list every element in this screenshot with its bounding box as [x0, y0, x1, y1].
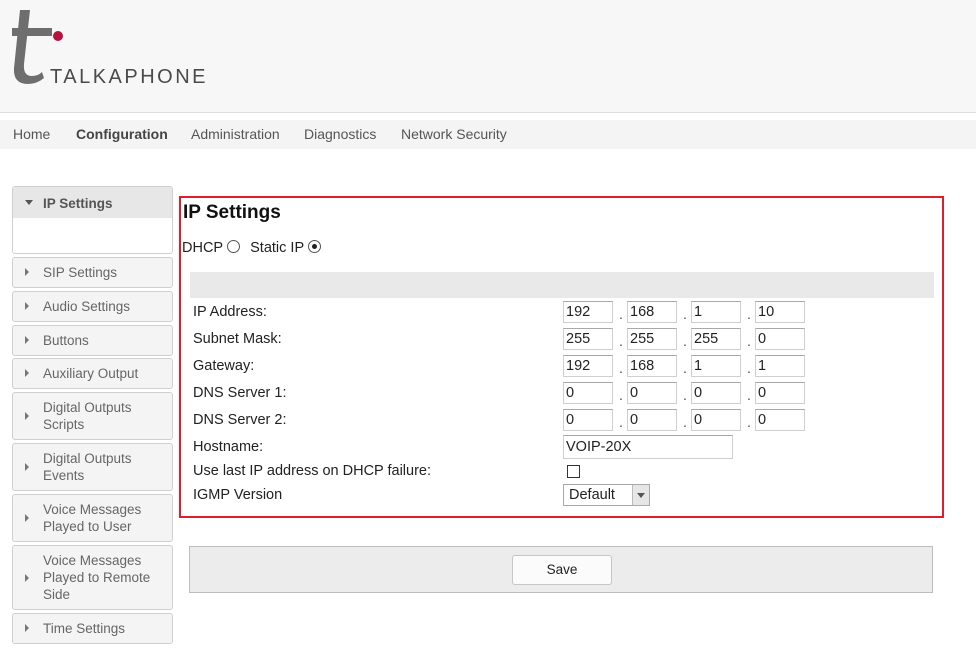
ip-address-octet-4[interactable]: 10 [755, 301, 805, 323]
sidebar-item-digital-outputs-events[interactable]: Digital Outputs Events [12, 443, 173, 491]
separator: . [619, 387, 623, 403]
sidebar-item-label: Audio Settings [43, 299, 131, 314]
separator: . [747, 360, 751, 376]
dns-server-2-octet-3[interactable]: 0 [691, 409, 741, 431]
gateway-octet-3[interactable]: 1 [691, 355, 741, 377]
subnet-mask-octet-4[interactable]: 0 [755, 328, 805, 350]
hostname-label: Hostname: [193, 439, 264, 455]
sidebar-item-label: Voice Messages Played to Remote Side [43, 553, 151, 602]
dns-server-1-octet-1[interactable]: 0 [563, 382, 613, 404]
nav-configuration[interactable]: Configuration [76, 126, 168, 142]
separator: . [619, 333, 623, 349]
separator: . [747, 387, 751, 403]
dns-server-2-octet-2[interactable]: 0 [627, 409, 677, 431]
separator: . [747, 414, 751, 430]
chevron-down-icon [25, 200, 33, 205]
dhcp-fallback-checkbox[interactable] [567, 465, 580, 478]
ip-address-octet-3[interactable]: 1 [691, 301, 741, 323]
sidebar-item-label: Voice Messages Played to User [43, 502, 142, 534]
panel-title: IP Settings [183, 202, 281, 223]
separator: . [683, 360, 687, 376]
static-ip-label: Static IP [250, 240, 305, 256]
header: TALKAPHONE [0, 0, 976, 113]
hostname-input[interactable]: VOIP-20X [563, 435, 733, 459]
dns-server-2-octet-4[interactable]: 0 [755, 409, 805, 431]
sidebar-item-digital-outputs-scripts[interactable]: Digital Outputs Scripts [12, 392, 173, 440]
subnet-mask-label: Subnet Mask: [193, 331, 282, 347]
separator: . [747, 306, 751, 322]
dns-server-1-octet-2[interactable]: 0 [627, 382, 677, 404]
chevron-right-icon [25, 463, 29, 471]
dns-server-1-label: DNS Server 1: [193, 385, 287, 401]
dhcp-fallback-label: Use last IP address on DHCP failure: [193, 463, 432, 479]
sidebar-item-voice-messages-remote[interactable]: Voice Messages Played to Remote Side [12, 545, 173, 610]
sidebar-item-label: IP Settings [43, 196, 113, 211]
ip-address-octet-1[interactable]: 192 [563, 301, 613, 323]
ip-address-octet-2[interactable]: 168 [627, 301, 677, 323]
sidebar-item-audio-settings[interactable]: Audio Settings [12, 291, 173, 322]
sidebar-item-voice-messages-user[interactable]: Voice Messages Played to User [12, 494, 173, 542]
gateway-label: Gateway: [193, 358, 255, 374]
igmp-version-select[interactable]: Default [563, 484, 650, 506]
address-mode-row: DHCP Static IP [182, 240, 327, 256]
chevron-right-icon [25, 336, 29, 344]
sidebar-item-label: Digital Outputs Scripts [43, 400, 132, 432]
separator: . [683, 414, 687, 430]
gateway-octet-4[interactable]: 1 [755, 355, 805, 377]
sidebar-item-auxiliary-output[interactable]: Auxiliary Output [12, 358, 173, 389]
gateway-octet-2[interactable]: 168 [627, 355, 677, 377]
separator: . [683, 387, 687, 403]
separator: . [619, 306, 623, 322]
separator: . [683, 306, 687, 322]
sidebar-item-buttons[interactable]: Buttons [12, 325, 173, 356]
brand-name: TALKAPHONE [50, 66, 208, 88]
sidebar-item-label: Time Settings [43, 621, 126, 636]
separator: . [619, 360, 623, 376]
sidebar-item-label: Digital Outputs Events [43, 451, 132, 483]
chevron-right-icon [25, 369, 29, 377]
sidebar-item-label: Buttons [43, 333, 89, 348]
save-button[interactable]: Save [512, 555, 612, 585]
nav-diagnostics[interactable]: Diagnostics [304, 126, 376, 142]
dhcp-radio[interactable] [227, 240, 241, 253]
separator: . [683, 333, 687, 349]
chevron-right-icon [25, 412, 29, 420]
section-divider [190, 272, 934, 298]
chevron-down-icon [632, 485, 649, 505]
separator: . [747, 333, 751, 349]
sidebar-item-label: SIP Settings [43, 265, 118, 280]
sidebar-item-sip-settings[interactable]: SIP Settings [12, 257, 173, 288]
static-ip-radio[interactable] [308, 240, 322, 253]
dhcp-label: DHCP [182, 240, 224, 256]
subnet-mask-octet-2[interactable]: 255 [627, 328, 677, 350]
nav-home[interactable]: Home [13, 126, 50, 142]
separator: . [619, 414, 623, 430]
chevron-right-icon [25, 514, 29, 522]
igmp-version-label: IGMP Version [193, 487, 283, 503]
chevron-right-icon [25, 574, 29, 582]
subnet-mask-octet-1[interactable]: 255 [563, 328, 613, 350]
sidebar-item-label: Auxiliary Output [43, 366, 139, 381]
chevron-right-icon [25, 302, 29, 310]
gateway-octet-1[interactable]: 192 [563, 355, 613, 377]
ip-address-label: IP Address: [193, 304, 267, 320]
chevron-right-icon [25, 624, 29, 632]
dns-server-1-octet-4[interactable]: 0 [755, 382, 805, 404]
sidebar-item-ip-settings[interactable]: IP Settings [12, 186, 173, 254]
nav-administration[interactable]: Administration [191, 126, 280, 142]
top-nav: Home Configuration Administration Diagno… [0, 120, 976, 149]
dns-server-1-octet-3[interactable]: 0 [691, 382, 741, 404]
ip-settings-panel: IP Settings DHCP Static IP IP Address: 1… [179, 196, 944, 518]
nav-network-security[interactable]: Network Security [401, 126, 507, 142]
subnet-mask-octet-3[interactable]: 255 [691, 328, 741, 350]
dns-server-2-octet-1[interactable]: 0 [563, 409, 613, 431]
chevron-right-icon [25, 268, 29, 276]
igmp-version-value: Default [569, 487, 615, 503]
sidebar-item-time-settings[interactable]: Time Settings [12, 613, 173, 644]
dns-server-2-label: DNS Server 2: [193, 412, 287, 428]
save-bar: Save [189, 546, 933, 593]
